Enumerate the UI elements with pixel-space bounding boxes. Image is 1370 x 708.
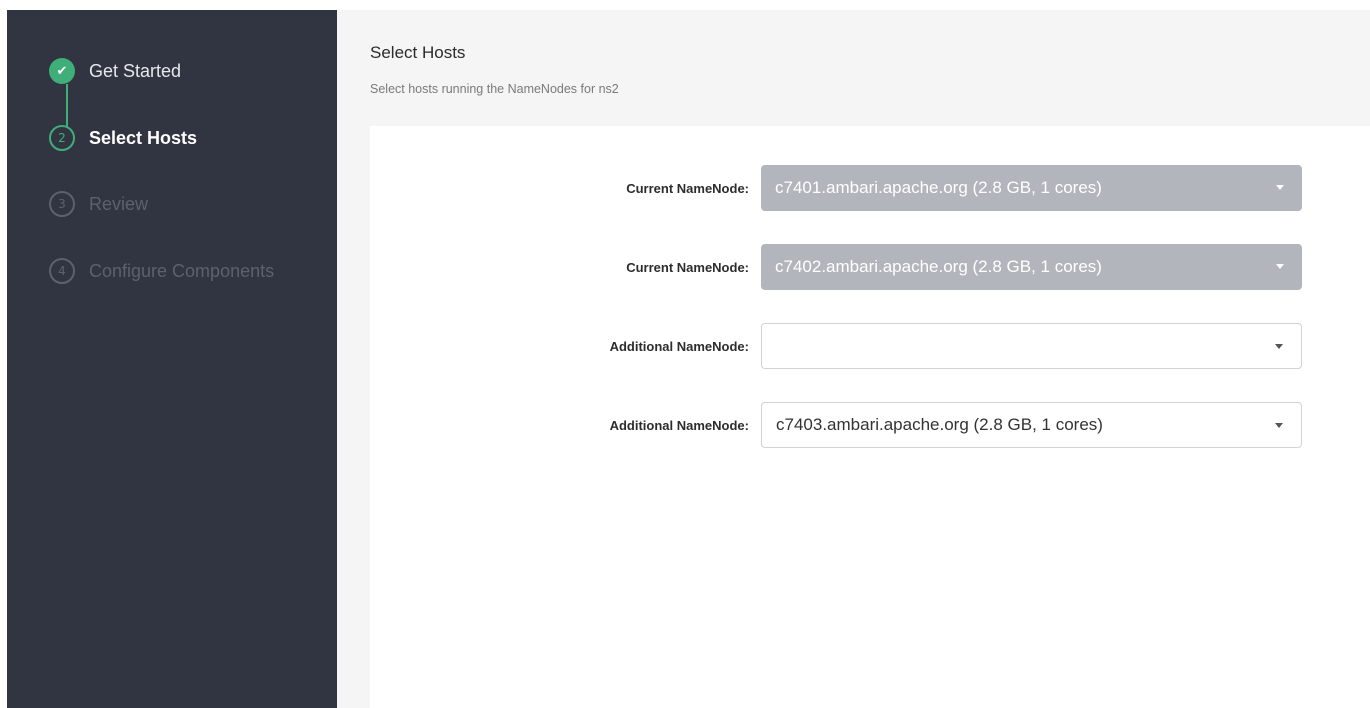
step-select-hosts[interactable]: 2 Select Hosts — [49, 124, 197, 152]
step-number: 4 — [49, 258, 75, 284]
step-review: 3 Review — [49, 190, 148, 218]
page-subtitle: Select hosts running the NameNodes for n… — [370, 82, 619, 96]
namenode-row-4: Additional NameNode: c7403.ambari.apache… — [370, 402, 1370, 448]
step-label: Configure Components — [89, 260, 275, 281]
current-namenode-select: c7402.ambari.apache.org (2.8 GB, 1 cores… — [761, 244, 1302, 290]
caret-down-icon — [1276, 185, 1284, 190]
additional-namenode-select[interactable]: c7403.ambari.apache.org (2.8 GB, 1 cores… — [761, 402, 1302, 448]
step-connector — [66, 84, 68, 128]
caret-down-icon — [1275, 423, 1283, 428]
step-configure-components: 4 Configure Components — [49, 257, 274, 285]
namenode-row-1: Current NameNode: c7401.ambari.apache.or… — [370, 165, 1370, 211]
namenode-label: Additional NameNode: — [609, 338, 749, 354]
current-namenode-select: c7401.ambari.apache.org (2.8 GB, 1 cores… — [761, 165, 1302, 211]
caret-down-icon — [1276, 264, 1284, 269]
step-label: Review — [89, 193, 149, 214]
host-selection-card: Current NameNode: c7401.ambari.apache.or… — [370, 126, 1370, 708]
namenode-row-3: Additional NameNode: — [370, 323, 1370, 369]
select-value: c7402.ambari.apache.org (2.8 GB, 1 cores… — [775, 257, 1102, 276]
select-value: c7403.ambari.apache.org (2.8 GB, 1 cores… — [776, 415, 1103, 434]
step-number: 2 — [49, 125, 75, 151]
page-title: Select Hosts — [370, 43, 466, 62]
select-value: c7401.ambari.apache.org (2.8 GB, 1 cores… — [775, 178, 1102, 197]
wizard-frame: ✔ Get Started 2 Select Hosts 3 Review 4 … — [7, 10, 1370, 708]
step-number: 3 — [49, 191, 75, 217]
step-label: Select Hosts — [89, 127, 198, 148]
step-label: Get Started — [89, 60, 182, 81]
check-icon: ✔ — [49, 58, 75, 84]
namenode-label: Additional NameNode: — [609, 417, 749, 433]
namenode-label: Current NameNode: — [626, 259, 749, 275]
namenode-label: Current NameNode: — [626, 180, 749, 196]
namenode-row-2: Current NameNode: c7402.ambari.apache.or… — [370, 244, 1370, 290]
wizard-sidebar: ✔ Get Started 2 Select Hosts 3 Review 4 … — [7, 10, 337, 708]
step-get-started[interactable]: ✔ Get Started — [49, 57, 181, 85]
caret-down-icon — [1275, 344, 1283, 349]
additional-namenode-select[interactable] — [761, 323, 1302, 369]
